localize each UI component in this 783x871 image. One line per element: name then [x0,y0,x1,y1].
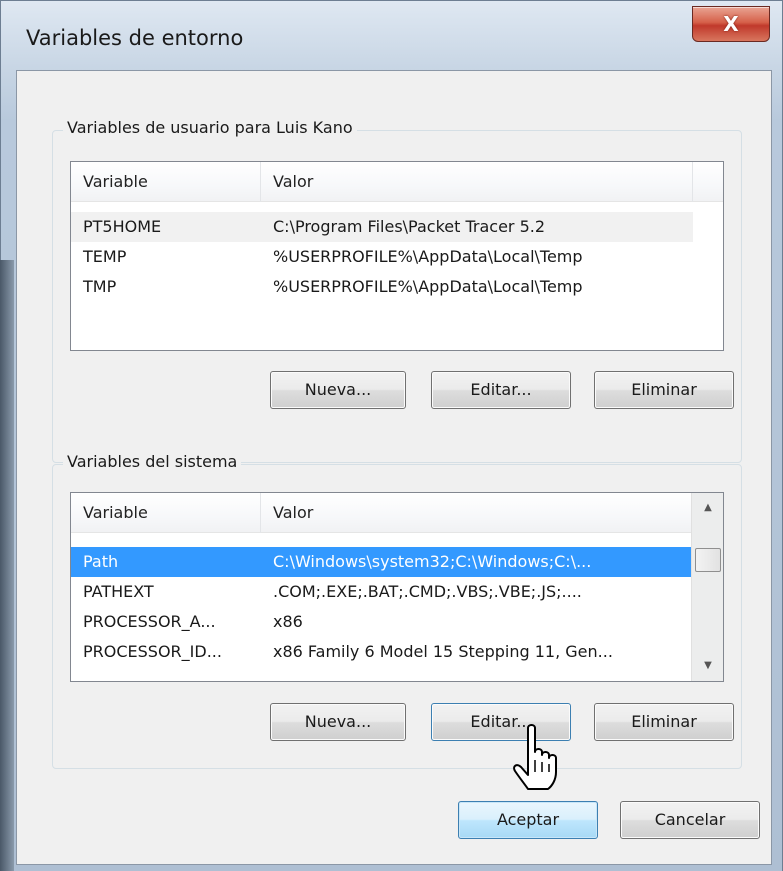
user-var-row[interactable]: TMP %USERPROFILE%\AppData\Local\Temp [71,272,693,302]
system-var-row[interactable]: PROCESSOR_A... x86 [71,607,693,637]
user-edit-button[interactable]: Editar... [431,371,571,409]
system-variables-list[interactable]: Variable Valor Path C:\Windows\system32;… [70,492,724,682]
variable-value: x86 Family 6 Model 15 Stepping 11, Gen..… [273,642,613,661]
system-variables-group-label: Variables del sistema [63,452,242,471]
scroll-up-arrow-icon[interactable]: ▲ [692,493,723,523]
system-var-row[interactable]: PATHEXT .COM;.EXE;.BAT;.CMD;.VBS;.VBE;.J… [71,577,693,607]
variable-name: PROCESSOR_ID... [83,642,222,661]
variable-value: .COM;.EXE;.BAT;.CMD;.VBS;.VBE;.JS;.... [273,582,582,601]
variable-name: PATHEXT [83,582,154,601]
dialog-client-area: Variables de usuario para Luis Kano Vari… [16,70,772,865]
variable-value: %USERPROFILE%\AppData\Local\Temp [273,247,583,266]
column-header-filler [693,162,723,202]
user-variables-list[interactable]: Variable Valor PT5HOME C:\Program Files\… [70,161,724,351]
column-header-variable[interactable]: Variable [71,162,261,202]
column-header-value[interactable]: Valor [261,493,693,533]
variable-value: C:\Program Files\Packet Tracer 5.2 [273,217,546,236]
variable-name: Path [83,552,119,571]
system-var-row[interactable]: Path C:\Windows\system32;C:\Windows;C:\.… [71,547,693,577]
close-button[interactable]: X [692,6,770,42]
system-new-button[interactable]: Nueva... [270,703,406,741]
variable-name: TEMP [83,247,127,266]
window-frame-edge [0,260,14,871]
variable-name: PROCESSOR_A... [83,612,216,631]
window-title: Variables de entorno [26,26,244,50]
user-variables-group-label: Variables de usuario para Luis Kano [63,118,357,137]
variable-name: PT5HOME [83,217,162,236]
variable-value: %USERPROFILE%\AppData\Local\Temp [273,277,583,296]
system-var-row[interactable]: PROCESSOR_ID... x86 Family 6 Model 15 St… [71,637,693,667]
user-variables-group: Variables de usuario para Luis Kano Vari… [52,118,742,463]
system-delete-button[interactable]: Eliminar [594,703,734,741]
system-variables-group: Variables del sistema Variable Valor Pat… [52,452,742,769]
user-var-row[interactable]: TEMP %USERPROFILE%\AppData\Local\Temp [71,242,693,272]
list-header: Variable Valor [71,493,691,533]
cancel-button[interactable]: Cancelar [620,801,760,839]
variable-value: x86 [273,612,303,631]
close-x-icon: X [723,12,739,36]
vertical-scrollbar[interactable]: ▲ ▼ [691,493,723,681]
user-delete-button[interactable]: Eliminar [594,371,734,409]
user-new-button[interactable]: Nueva... [270,371,406,409]
variable-value: C:\Windows\system32;C:\Windows;C:\... [273,552,592,571]
hand-pointer-cursor-icon [513,724,557,790]
list-header: Variable Valor [71,162,723,202]
scrollbar-thumb[interactable] [695,548,721,572]
scroll-down-arrow-icon[interactable]: ▼ [692,651,723,681]
column-header-value[interactable]: Valor [261,162,693,202]
ok-button[interactable]: Aceptar [458,801,598,839]
user-var-row[interactable]: PT5HOME C:\Program Files\Packet Tracer 5… [71,212,693,242]
column-header-variable[interactable]: Variable [71,493,261,533]
variable-name: TMP [83,277,117,296]
